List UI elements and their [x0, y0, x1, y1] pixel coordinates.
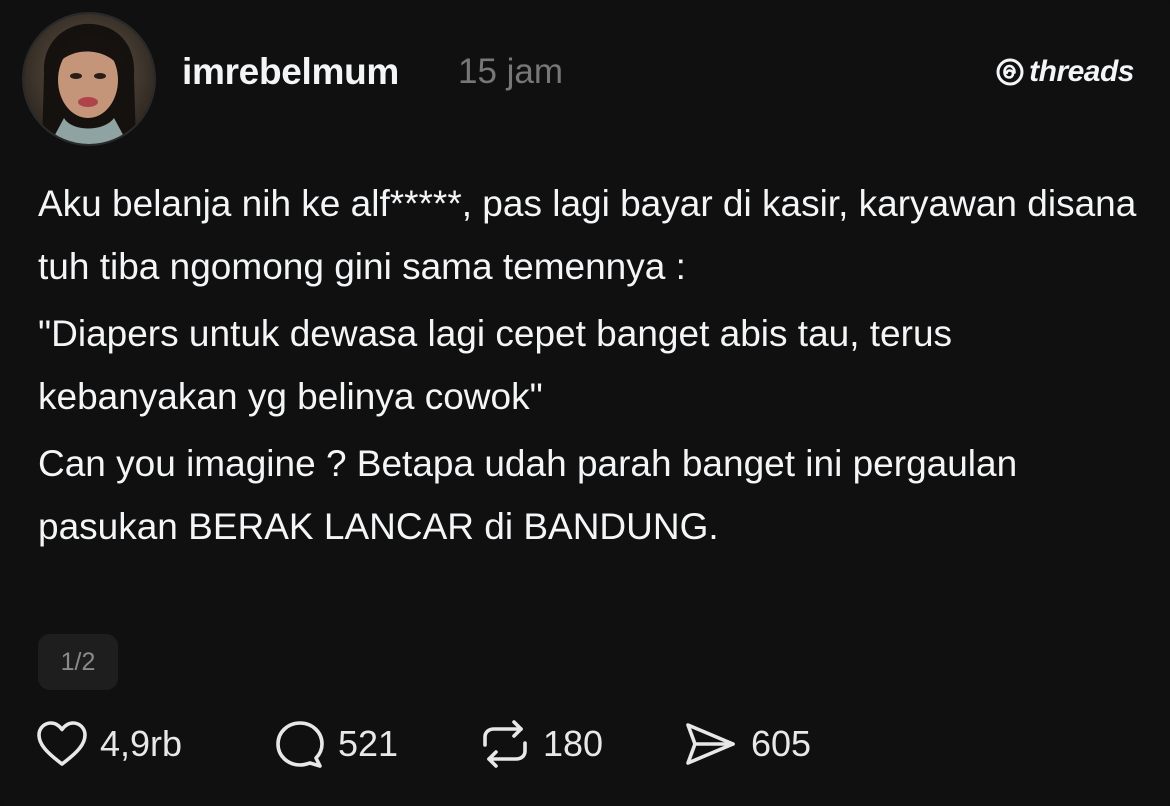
post-timestamp: 15 jam — [458, 52, 564, 91]
post-paragraph: "Diapers untuk dewasa lagi cepet banget … — [38, 313, 953, 417]
post-paragraph: Aku belanja nih ke alf*****, pas lagi ba… — [38, 183, 1137, 287]
reply-button[interactable]: 521 — [274, 719, 479, 769]
avatar-image — [24, 14, 154, 144]
post-paragraph: Can you imagine ? Betapa udah parah bang… — [38, 443, 1018, 547]
repost-icon — [483, 720, 527, 768]
post-card: imrebelmum 15 jam threads Aku belanja ni… — [0, 0, 1170, 806]
like-button[interactable]: 4,9rb — [36, 720, 274, 768]
action-bar: 4,9rb 521 180 605 — [36, 716, 883, 772]
heart-icon — [37, 721, 87, 766]
threads-logo-icon — [996, 58, 1024, 86]
post-text: Aku belanja nih ke alf*****, pas lagi ba… — [38, 172, 1138, 562]
send-icon — [686, 723, 735, 765]
threads-brand: threads — [995, 52, 1134, 92]
reply-count: 521 — [338, 723, 399, 764]
repost-count: 180 — [543, 723, 604, 764]
repost-button[interactable]: 180 — [479, 719, 683, 769]
share-count: 605 — [751, 723, 812, 764]
username[interactable]: imrebelmum — [182, 46, 399, 98]
share-button[interactable]: 605 — [683, 720, 883, 768]
threads-wordmark: threads — [1029, 55, 1134, 88]
comment-icon — [276, 721, 324, 768]
avatar[interactable] — [22, 12, 156, 146]
thread-page-indicator[interactable]: 1/2 — [38, 634, 118, 690]
like-count: 4,9rb — [100, 723, 183, 764]
